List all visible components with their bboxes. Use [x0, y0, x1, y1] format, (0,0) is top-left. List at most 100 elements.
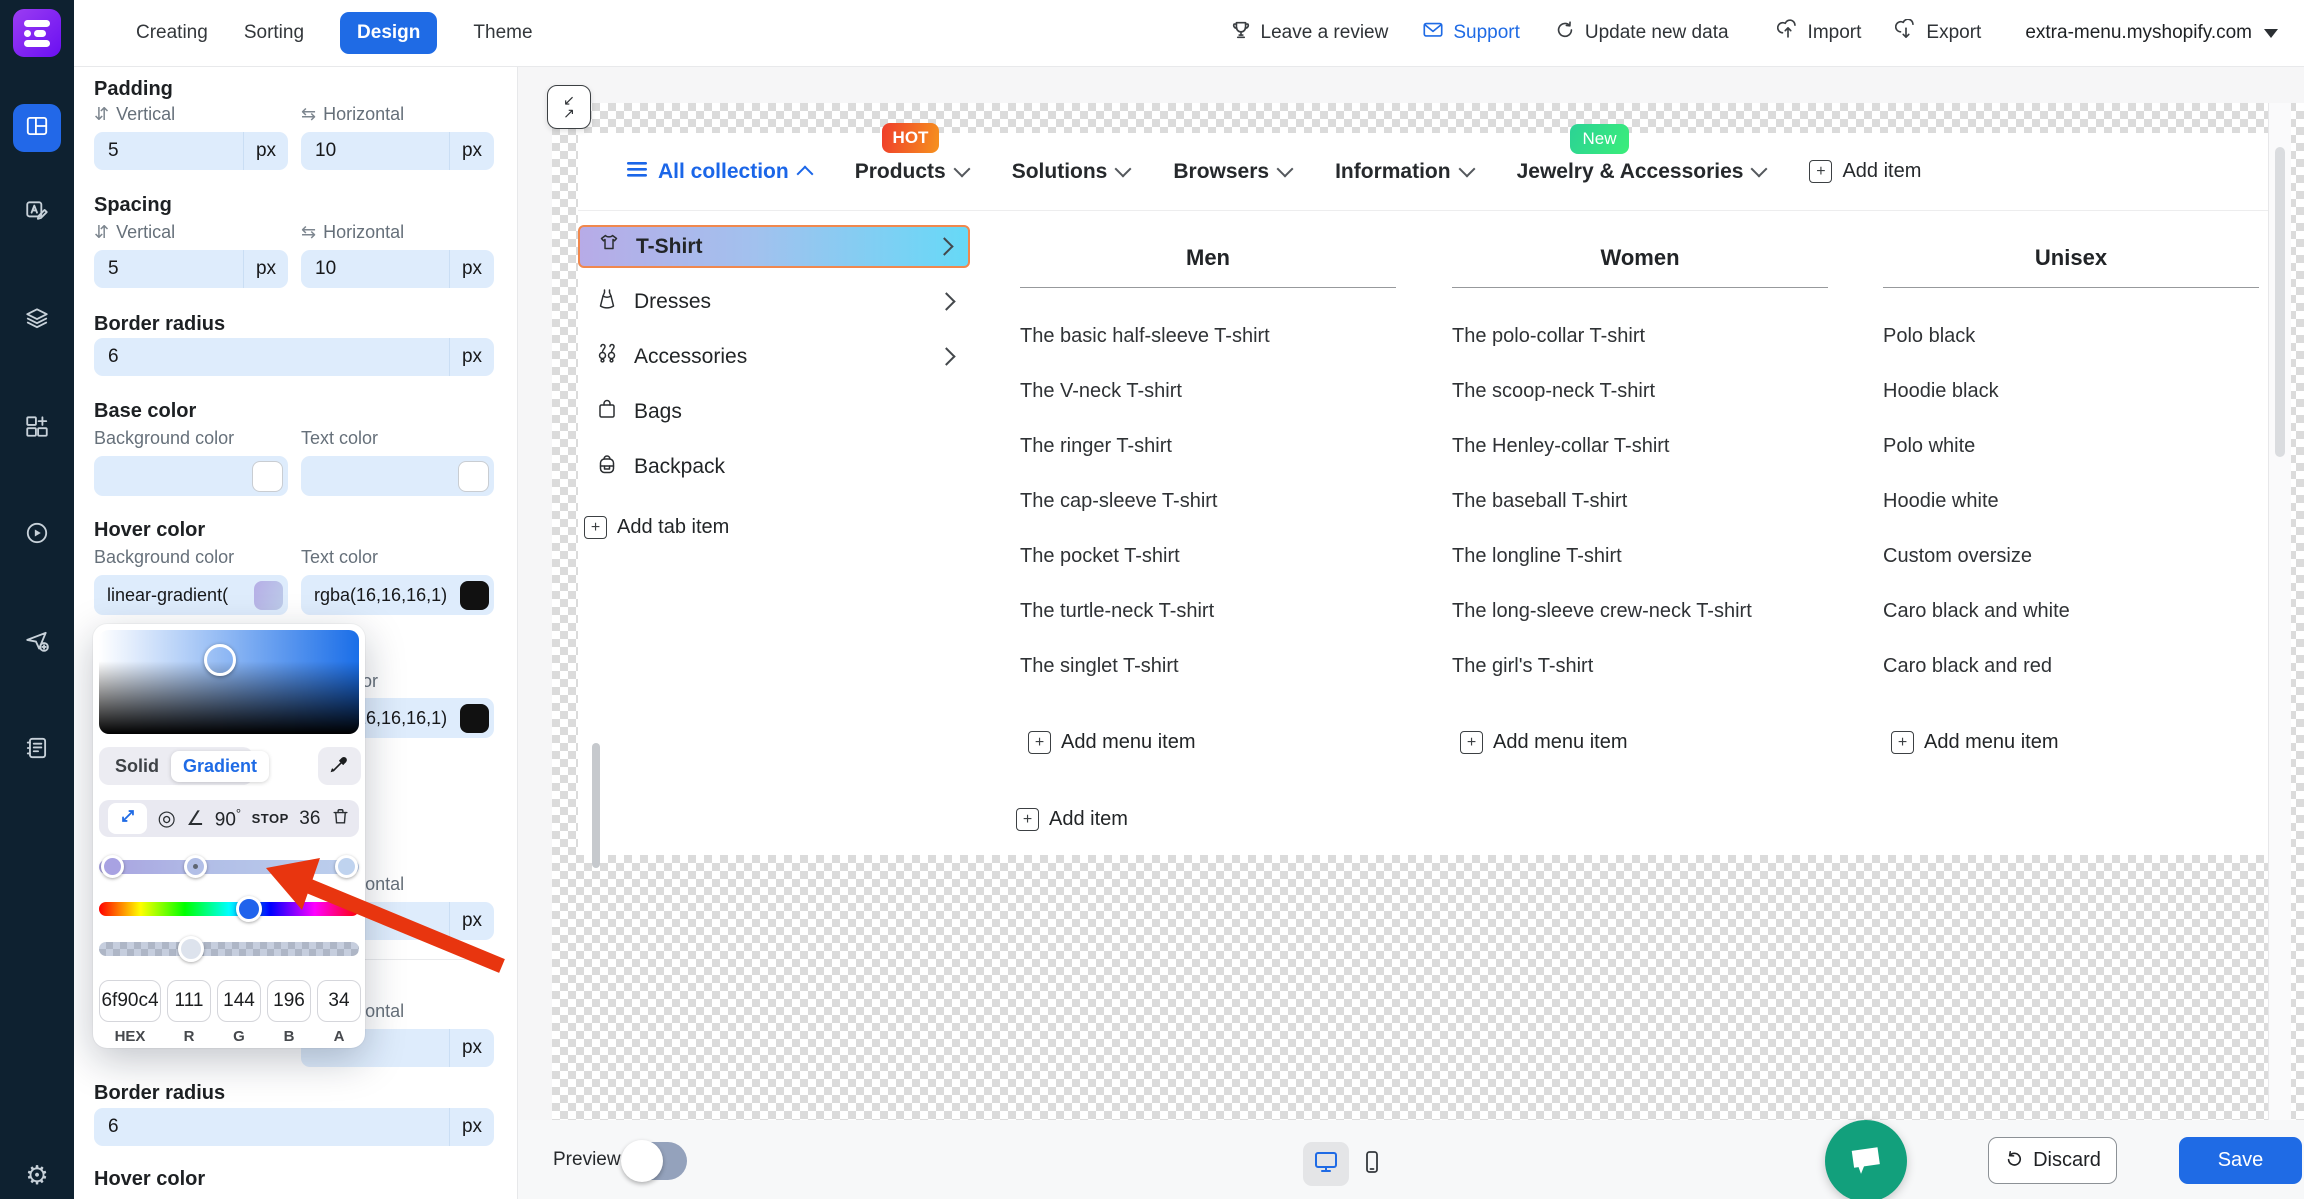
- add-tab-item-button[interactable]: +Add tab item: [584, 516, 729, 539]
- alpha-input[interactable]: 34: [317, 980, 361, 1022]
- menu-item[interactable]: The basic half-sleeve T-shirt: [1020, 325, 1396, 380]
- solid-mode-button[interactable]: Solid: [103, 751, 171, 782]
- tab-item-bags[interactable]: Bags: [578, 390, 970, 433]
- angle-value[interactable]: 90°: [215, 806, 241, 831]
- rail-item-video[interactable]: [13, 511, 61, 559]
- menu-item[interactable]: The turtle-neck T-shirt: [1020, 600, 1396, 655]
- hover-text-color-input[interactable]: rgba(16,16,16,1): [301, 575, 494, 615]
- menu-item[interactable]: The baseball T-shirt: [1452, 490, 1828, 545]
- tab-design[interactable]: Design: [340, 12, 437, 54]
- rail-item-add-block[interactable]: [13, 404, 61, 452]
- menu-item[interactable]: Custom oversize: [1883, 545, 2259, 600]
- menu-item[interactable]: The polo-collar T-shirt: [1452, 325, 1828, 380]
- hue-slider[interactable]: [99, 902, 359, 916]
- update-data-button[interactable]: Update new data: [1554, 19, 1729, 47]
- alpha-handle[interactable]: [178, 936, 204, 962]
- menu-item[interactable]: Caro black and white: [1883, 600, 2259, 655]
- rail-item-docs[interactable]: [13, 726, 61, 774]
- nav-item-jewelry-accessories[interactable]: Jewelry & Accessories: [1517, 160, 1766, 184]
- gradient-stop-handle-3[interactable]: [335, 855, 358, 878]
- panel-scrollbar[interactable]: [592, 743, 600, 868]
- export-button[interactable]: Export: [1895, 19, 1981, 47]
- menu-item[interactable]: The pocket T-shirt: [1020, 545, 1396, 600]
- spacing-horizontal-input[interactable]: 10px: [301, 250, 494, 288]
- leave-review-button[interactable]: Leave a review: [1230, 19, 1389, 47]
- alpha-slider[interactable]: [99, 942, 359, 956]
- menu-item[interactable]: The long-sleeve crew-neck T-shirt: [1452, 600, 1828, 655]
- rail-item-menu-builder[interactable]: [13, 104, 61, 152]
- padding-horizontal-input[interactable]: 10px: [301, 132, 494, 170]
- saturation-field[interactable]: [99, 630, 359, 734]
- preview-scrollbar[interactable]: [2268, 103, 2291, 1120]
- green-input[interactable]: 144: [217, 980, 261, 1022]
- gradient-swatch[interactable]: [254, 581, 283, 610]
- import-button[interactable]: Import: [1777, 19, 1862, 47]
- discard-button[interactable]: Discard: [1988, 1137, 2117, 1184]
- tab-sorting[interactable]: Sorting: [244, 22, 304, 44]
- add-item-button[interactable]: +Add item: [1016, 808, 1128, 831]
- saturation-cursor[interactable]: [204, 644, 236, 676]
- red-input[interactable]: 111: [167, 980, 211, 1022]
- menu-item[interactable]: The V-neck T-shirt: [1020, 380, 1396, 435]
- rail-item-settings[interactable]: ⚙: [0, 1160, 74, 1191]
- rail-item-layers[interactable]: [13, 296, 61, 344]
- angle-icon[interactable]: ∠: [186, 806, 204, 831]
- spacing-vertical-input[interactable]: 5px: [94, 250, 288, 288]
- color-swatch[interactable]: [460, 581, 489, 610]
- menu-item[interactable]: The girl's T-shirt: [1452, 655, 1828, 710]
- gradient-stop-handle-2-selected[interactable]: [184, 855, 207, 878]
- desktop-view-button[interactable]: [1303, 1142, 1349, 1186]
- add-menu-item-button[interactable]: +Add menu item: [1891, 731, 2059, 754]
- menu-item[interactable]: The singlet T-shirt: [1020, 655, 1396, 710]
- radial-gradient-button[interactable]: ◎: [158, 806, 176, 831]
- preview-toggle[interactable]: [623, 1142, 687, 1180]
- app-logo[interactable]: [13, 9, 61, 57]
- color-swatch[interactable]: [460, 704, 489, 733]
- linear-gradient-button[interactable]: [108, 803, 147, 834]
- nav-item-solutions[interactable]: Solutions: [1012, 160, 1130, 184]
- eyedropper-button[interactable]: [318, 747, 361, 785]
- menu-item[interactable]: Caro black and red: [1883, 655, 2259, 710]
- tab-item-backpack[interactable]: Backpack: [578, 445, 970, 488]
- menu-item[interactable]: The ringer T-shirt: [1020, 435, 1396, 490]
- preview-scrollbar-thumb[interactable]: [2275, 147, 2285, 457]
- menu-item[interactable]: The cap-sleeve T-shirt: [1020, 490, 1396, 545]
- chat-widget-button[interactable]: [1825, 1120, 1907, 1199]
- menu-item[interactable]: Polo white: [1883, 435, 2259, 490]
- rail-item-translate[interactable]: [13, 189, 61, 237]
- base-bg-color-input[interactable]: [94, 456, 288, 496]
- store-selector[interactable]: extra-menu.myshopify.com: [2025, 22, 2278, 44]
- nav-item-information[interactable]: Information: [1335, 160, 1473, 184]
- tab-creating[interactable]: Creating: [136, 22, 208, 44]
- menu-item[interactable]: Hoodie white: [1883, 490, 2259, 545]
- color-swatch[interactable]: [252, 461, 283, 492]
- tab-item-dresses[interactable]: Dresses: [578, 280, 970, 323]
- tab-theme[interactable]: Theme: [473, 22, 532, 44]
- blue-input[interactable]: 196: [267, 980, 311, 1022]
- save-button[interactable]: Save: [2179, 1137, 2302, 1184]
- tab-item-accessories[interactable]: Accessories: [578, 335, 970, 378]
- menu-item[interactable]: The longline T-shirt: [1452, 545, 1828, 600]
- hover-bg-color-input[interactable]: linear-gradient(: [94, 575, 288, 615]
- gradient-mode-button[interactable]: Gradient: [171, 751, 269, 782]
- nav-item-products[interactable]: Products: [855, 160, 968, 184]
- stop-count[interactable]: 36: [299, 808, 320, 830]
- base-text-color-input[interactable]: [301, 456, 494, 496]
- padding-vertical-input[interactable]: 5px: [94, 132, 288, 170]
- menu-item[interactable]: The scoop-neck T-shirt: [1452, 380, 1828, 435]
- menu-item[interactable]: Polo black: [1883, 325, 2259, 380]
- color-swatch[interactable]: [458, 461, 489, 492]
- support-button[interactable]: Support: [1422, 19, 1520, 47]
- add-menu-item-button[interactable]: +Add menu item: [1028, 731, 1196, 754]
- menu-item[interactable]: Hoodie black: [1883, 380, 2259, 435]
- border-radius-2-input[interactable]: 6px: [94, 1108, 494, 1146]
- gradient-stop-handle-1[interactable]: [101, 855, 124, 878]
- collapse-panel-button[interactable]: ↙↗: [547, 85, 591, 129]
- nav-item-all-collection[interactable]: All collection: [626, 160, 811, 184]
- nav-item-browsers[interactable]: Browsers: [1173, 160, 1291, 184]
- hex-input[interactable]: 6f90c4: [99, 980, 161, 1022]
- nav-add-item-button[interactable]: +Add item: [1809, 160, 1921, 183]
- rail-item-whats-new[interactable]: [13, 619, 61, 667]
- border-radius-input[interactable]: 6px: [94, 338, 494, 376]
- menu-item[interactable]: The Henley-collar T-shirt: [1452, 435, 1828, 490]
